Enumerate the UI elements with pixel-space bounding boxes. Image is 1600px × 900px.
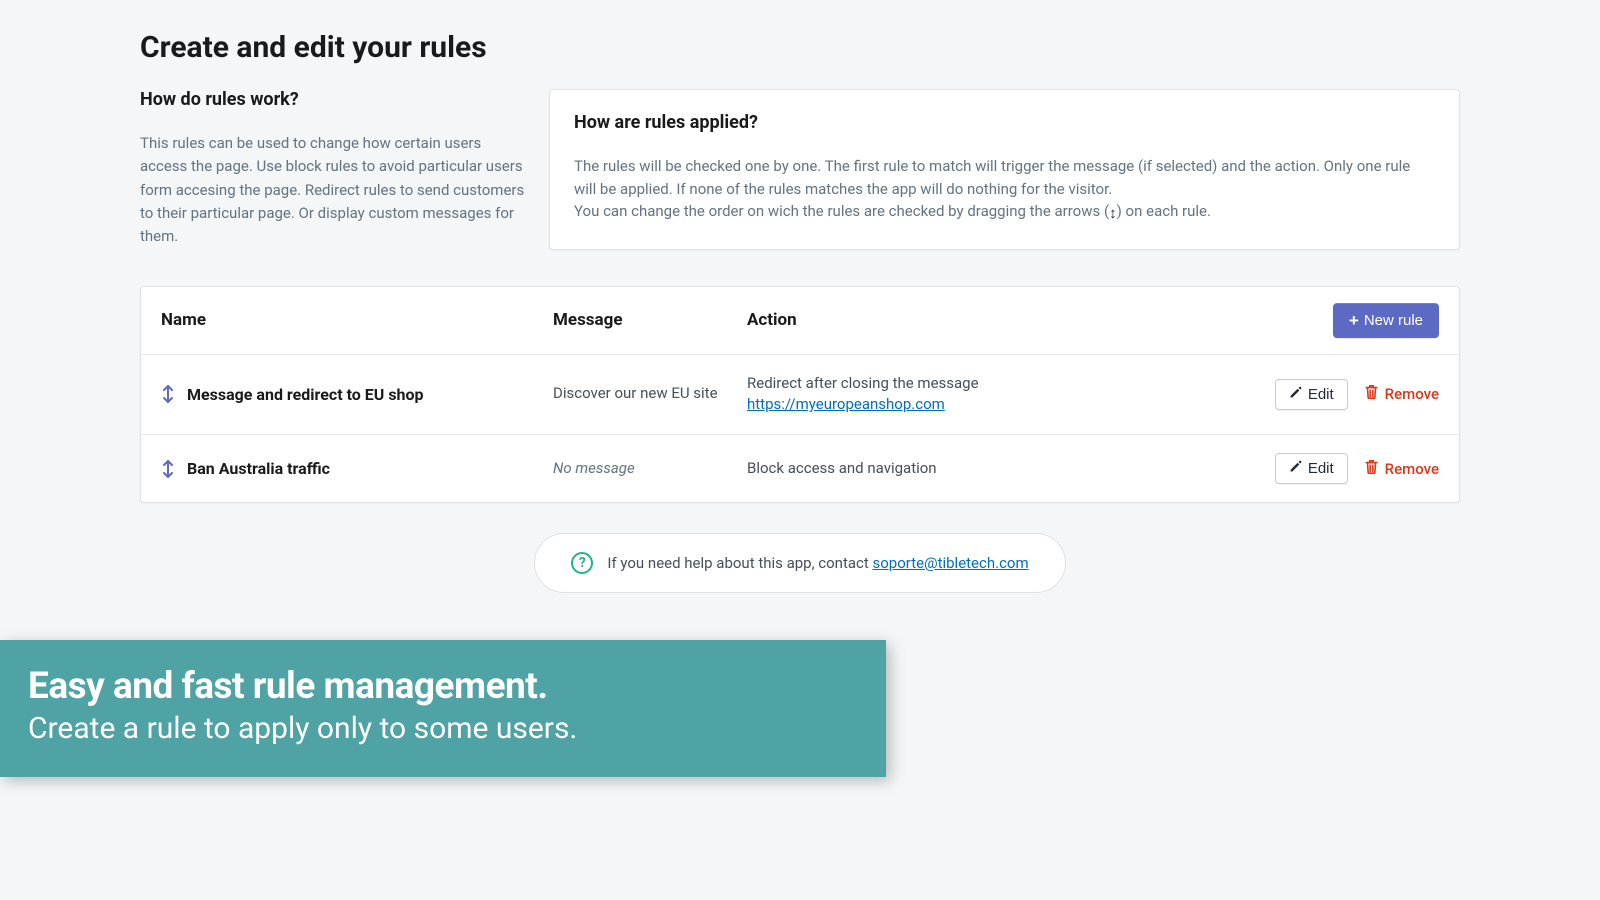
row-action-text: Redirect after closing the message	[747, 374, 979, 392]
table-header-action: Action	[747, 310, 1239, 330]
table-header: Name Message Action + New rule	[141, 287, 1459, 355]
support-email-link[interactable]: soporte@tibletech.com	[873, 554, 1029, 572]
row-action-link[interactable]: https://myeuropeanshop.com	[747, 395, 945, 413]
drag-handle-icon[interactable]	[161, 460, 175, 478]
help-pill: ? If you need help about this app, conta…	[534, 533, 1065, 593]
row-action: Block access and navigation	[747, 458, 1239, 480]
plus-icon: +	[1349, 312, 1359, 329]
how-applied-card: How are rules applied? The rules will be…	[549, 89, 1460, 250]
table-row: Message and redirect to EU shop Discover …	[141, 355, 1459, 436]
trash-icon	[1364, 459, 1379, 479]
edit-button[interactable]: Edit	[1275, 453, 1348, 484]
drag-handle-icon[interactable]	[161, 385, 175, 403]
promo-subtitle: Create a rule to apply only to some user…	[28, 710, 858, 748]
promo-banner: Easy and fast rule management. Create a …	[0, 640, 886, 777]
remove-button[interactable]: Remove	[1364, 384, 1439, 404]
how-applied-body2a: You can change the order on wich the rul…	[574, 202, 1109, 220]
up-down-arrow-icon: ↕	[1109, 202, 1117, 225]
pencil-icon	[1289, 386, 1302, 403]
rules-table: Name Message Action + New rule Message a…	[140, 286, 1460, 504]
edit-label: Edit	[1308, 460, 1334, 477]
how-applied-heading: How are rules applied?	[574, 112, 1435, 133]
remove-button[interactable]: Remove	[1364, 459, 1439, 479]
row-action-text: Block access and navigation	[747, 459, 937, 477]
how-applied-body2b: ) on each rule.	[1117, 202, 1211, 220]
table-header-name: Name	[161, 310, 553, 330]
row-message: No message	[553, 458, 747, 480]
new-rule-label: New rule	[1364, 312, 1423, 329]
new-rule-button[interactable]: + New rule	[1333, 303, 1439, 338]
row-name-text: Message and redirect to EU shop	[187, 385, 424, 404]
remove-label: Remove	[1385, 385, 1439, 403]
edit-label: Edit	[1308, 386, 1334, 403]
how-rules-work-body: This rules can be used to change how cer…	[140, 132, 525, 248]
pencil-icon	[1289, 460, 1302, 477]
edit-button[interactable]: Edit	[1275, 379, 1348, 410]
remove-label: Remove	[1385, 460, 1439, 478]
info-section: How do rules work? This rules can be use…	[140, 89, 1460, 250]
table-row: Ban Australia traffic No messageBlock acc…	[141, 435, 1459, 502]
help-text: If you need help about this app, contact…	[607, 554, 1028, 572]
help-icon: ?	[571, 552, 593, 574]
how-applied-body2: You can change the order on wich the rul…	[574, 200, 1435, 225]
how-applied-body1: The rules will be checked one by one. Th…	[574, 155, 1435, 200]
promo-title: Easy and fast rule management.	[28, 666, 858, 707]
page-title: Create and edit your rules	[140, 30, 1460, 65]
row-message: Discover our new EU site	[553, 383, 747, 405]
help-text-prefix: If you need help about this app, contact	[607, 554, 872, 572]
trash-icon	[1364, 384, 1379, 404]
table-header-message: Message	[553, 310, 747, 330]
how-rules-work-heading: How do rules work?	[140, 89, 525, 110]
row-action: Redirect after closing the message https:…	[747, 373, 1239, 417]
info-left: How do rules work? This rules can be use…	[140, 89, 525, 250]
row-name-text: Ban Australia traffic	[187, 459, 330, 478]
